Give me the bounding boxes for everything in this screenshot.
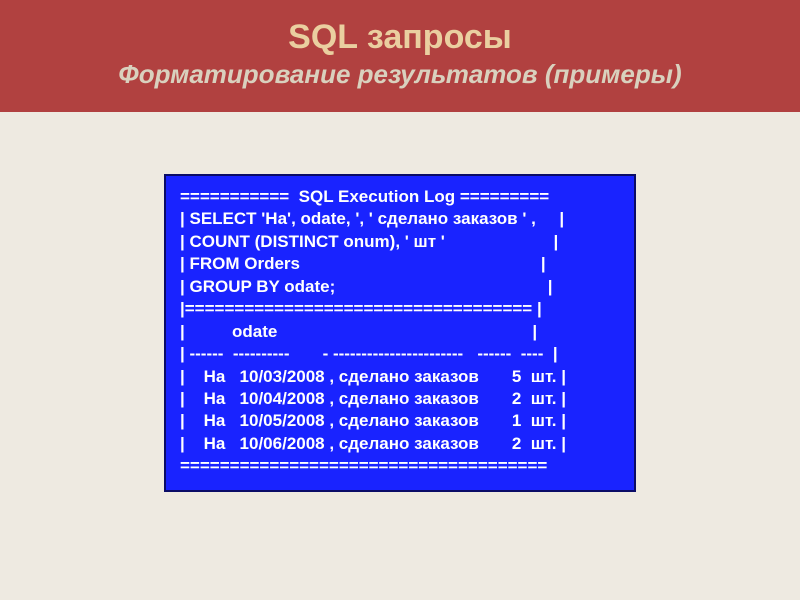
sql-line: | FROM Orders |	[180, 253, 620, 275]
sql-line: | На 10/03/2008 , сделано заказов 5 шт. …	[180, 366, 620, 388]
sql-line: =========== SQL Execution Log =========	[180, 186, 620, 208]
sql-line: | SELECT 'На', odate, ', ' сделано заказ…	[180, 208, 620, 230]
sql-execution-log: =========== SQL Execution Log ========= …	[164, 174, 636, 492]
sql-line: | На 10/05/2008 , сделано заказов 1 шт. …	[180, 410, 620, 432]
sql-line: | odate |	[180, 321, 620, 343]
page-subtitle: Форматирование результатов (примеры)	[10, 59, 790, 90]
sql-line: | На 10/04/2008 , сделано заказов 2 шт. …	[180, 388, 620, 410]
page-title: SQL запросы	[10, 18, 790, 57]
sql-line: | На 10/06/2008 , сделано заказов 2 шт. …	[180, 433, 620, 455]
header-bar: SQL запросы Форматирование результатов (…	[0, 0, 800, 112]
sql-box-wrapper: =========== SQL Execution Log ========= …	[0, 174, 800, 492]
sql-line: =====================================	[180, 455, 620, 477]
sql-line: | ------ ---------- - ------------------…	[180, 343, 620, 365]
sql-line: | GROUP BY odate; |	[180, 276, 620, 298]
sql-line: |=================================== |	[180, 298, 620, 320]
sql-line: | COUNT (DISTINCT onum), ' шт ' |	[180, 231, 620, 253]
